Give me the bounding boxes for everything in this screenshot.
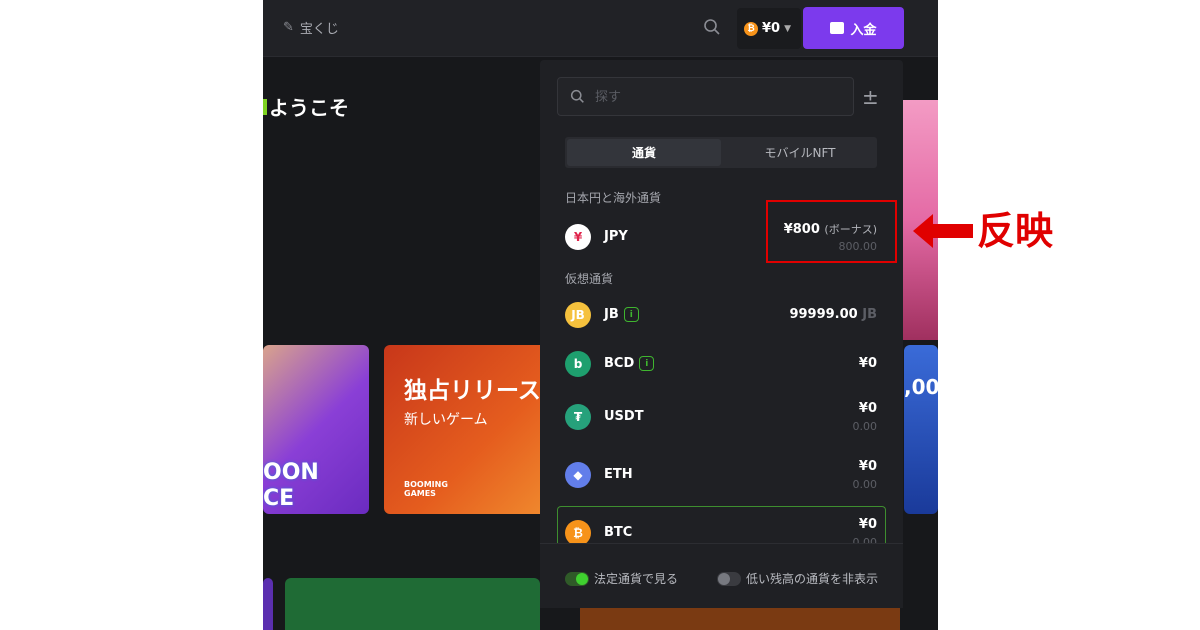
game-banner-right[interactable]: ,00	[904, 345, 938, 514]
toggle-switch-on[interactable]	[565, 571, 589, 586]
search-icon[interactable]	[703, 18, 721, 36]
crypto-section-label: 仮想通貨	[565, 272, 614, 286]
ticket-icon: ✎	[283, 20, 294, 35]
game-card[interactable]	[263, 578, 273, 630]
plus-minus-icon[interactable]: ±	[862, 85, 879, 109]
toggle-label: 低い残高の通貨を非表示	[746, 572, 879, 586]
currency-row-jb[interactable]: JB JB i 99999.00 JB	[565, 295, 877, 335]
currency-row-eth[interactable]: ◆ ETH ¥0 0.00	[565, 455, 877, 495]
currency-unit: JB	[862, 307, 877, 322]
currency-code: USDT	[604, 409, 644, 424]
banner-subtitle: 新しいゲーム	[404, 412, 488, 428]
tab-currency[interactable]: 通貨	[567, 139, 721, 166]
banner-text: OON CE	[263, 460, 319, 511]
balance-selector[interactable]: ₿ ¥0 ▼	[737, 8, 801, 49]
currency-code: JPY	[604, 229, 628, 244]
deposit-button[interactable]: 入金	[803, 7, 904, 49]
banner-text: ,00	[904, 375, 938, 399]
game-banner-exclusive[interactable]: 独占リリース 新しいゲーム BOOMING GAMES	[384, 345, 549, 514]
deposit-label: 入金	[850, 21, 877, 37]
welcome-heading: ようこそ	[263, 92, 349, 121]
yen-icon: ¥	[565, 224, 591, 250]
tether-icon: ₮	[565, 404, 591, 430]
red-arrow-icon	[913, 214, 973, 248]
highlight-box	[766, 200, 897, 263]
bcd-coin-icon: b	[565, 351, 591, 377]
info-icon[interactable]: i	[639, 356, 655, 371]
currency-row-bcd[interactable]: b BCD i ¥0	[565, 344, 877, 384]
currency-code: BTC	[604, 525, 633, 540]
currency-search-input[interactable]	[595, 89, 835, 104]
balance-value: ¥0	[762, 21, 781, 36]
game-card[interactable]	[285, 578, 540, 630]
wallet-tabs: 通貨 モバイルNFT	[565, 137, 877, 168]
top-header: ✎ 宝くじ ₿ ¥0 ▼ 入金	[263, 0, 938, 57]
currency-amount: ¥0	[858, 517, 877, 532]
chevron-down-icon: ▼	[784, 23, 792, 34]
currency-code: ETH	[604, 467, 633, 482]
currency-code: JB	[604, 307, 619, 322]
wallet-icon	[830, 22, 845, 34]
fiat-section-label: 日本円と海外通貨	[565, 191, 662, 205]
currency-search[interactable]	[557, 77, 854, 116]
currency-amount: ¥0	[858, 401, 877, 416]
toggle-hide-low-balance[interactable]: 低い残高の通貨を非表示	[717, 570, 878, 587]
toggle-label: 法定通貨で見る	[594, 572, 679, 586]
nav-lottery[interactable]: ✎ 宝くじ	[283, 18, 339, 37]
currency-amount: ¥0	[858, 459, 877, 474]
app-screen: ✎ 宝くじ ₿ ¥0 ▼ 入金 ようこそ OON CE 独占リリース 新しいゲー…	[263, 0, 938, 630]
tab-mobile-nft[interactable]: モバイルNFT	[723, 137, 877, 168]
jb-coin-icon: JB	[565, 302, 591, 328]
annotation-label: 反映	[977, 209, 1054, 253]
wallet-footer: 法定通貨で見る 低い残高の通貨を非表示	[540, 543, 903, 608]
toggle-switch-off[interactable]	[717, 571, 741, 586]
toggle-view-fiat[interactable]: 法定通貨で見る	[565, 570, 678, 587]
wallet-dropdown: ± 通貨 モバイルNFT 日本円と海外通貨 ¥ JPY ¥800 (ボーナス) …	[540, 60, 903, 608]
search-icon	[570, 89, 584, 103]
currency-subamount: 0.00	[852, 478, 878, 491]
info-icon[interactable]: i	[623, 307, 639, 322]
ethereum-icon: ◆	[565, 462, 591, 488]
nav-lottery-label: 宝くじ	[299, 22, 339, 37]
currency-amount: ¥0	[858, 356, 877, 371]
currency-subamount: 0.00	[852, 420, 878, 433]
currency-row-usdt[interactable]: ₮ USDT ¥0 0.00	[565, 397, 877, 437]
currency-amount: 99999.00	[789, 307, 858, 322]
banner-title: 独占リリース	[404, 378, 541, 404]
btc-icon: ₿	[744, 21, 758, 36]
currency-code: BCD	[604, 356, 635, 371]
game-banner-balloon[interactable]: OON CE	[263, 345, 369, 514]
provider-logo: BOOMING GAMES	[404, 480, 448, 498]
